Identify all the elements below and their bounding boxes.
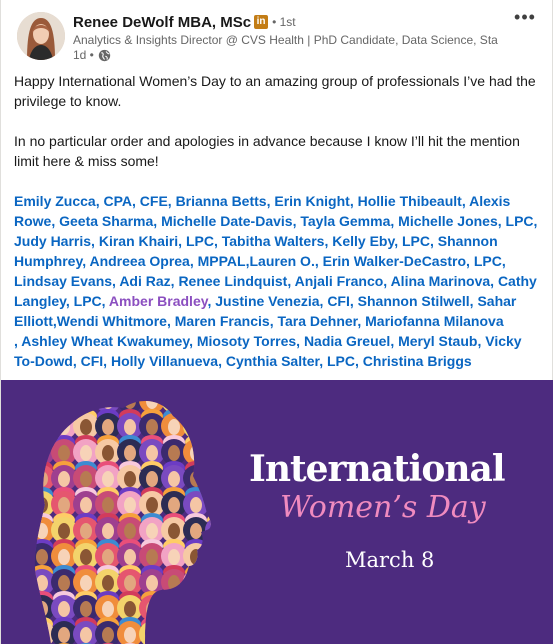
- image-title: International: [249, 448, 506, 490]
- avatar[interactable]: [17, 12, 65, 60]
- mention-link[interactable]: Kelly Eby, LPC: [332, 233, 430, 249]
- post-image[interactable]: International Women’s Day March 8: [1, 380, 553, 644]
- mention-link[interactable]: Erin Walker-DeCastro, LPC: [323, 253, 502, 269]
- linkedin-premium-icon: in: [254, 15, 269, 29]
- connection-degree: • 1st: [272, 15, 296, 29]
- mention-link[interactable]: Holly Villanueva: [111, 353, 218, 369]
- mention-link[interactable]: Lindsay Evans: [14, 273, 112, 289]
- mention-link[interactable]: Michelle Date-Davis: [161, 213, 293, 229]
- post-header: Renee DeWolf MBA, MSc in • 1st Analytics…: [1, 0, 553, 68]
- image-date: March 8: [345, 548, 435, 572]
- mention-link[interactable]: Hollie Thibeault: [358, 193, 462, 209]
- mention-link[interactable]: Renee Lindquist: [178, 273, 287, 289]
- mention-link[interactable]: Kiran Khairi, LPC: [99, 233, 214, 249]
- mention-link[interactable]: Tara Dehner: [277, 313, 357, 329]
- post-paragraph: Happy International Women’s Day to an am…: [14, 73, 536, 109]
- mention-link[interactable]: Wendi Whitmore: [57, 313, 167, 329]
- mention-link[interactable]: Andreea Oprea, MPPAL: [89, 253, 245, 269]
- image-subtitle: Women’s Day: [280, 490, 486, 525]
- post-meta: 1d •: [73, 48, 111, 62]
- mention-link[interactable]: Geeta Sharma: [59, 213, 153, 229]
- mention-link[interactable]: Anjali Franco: [295, 273, 384, 289]
- mention-link[interactable]: Brianna Betts: [176, 193, 267, 209]
- mention-link[interactable]: Erin Knight: [274, 193, 349, 209]
- post-paragraph: In no particular order and apologies in …: [14, 133, 520, 169]
- author-headline: Analytics & Insights Director @ CVS Heal…: [73, 33, 498, 47]
- mention-link[interactable]: Christina Briggs: [363, 353, 472, 369]
- mention-link[interactable]: Emily Zucca, CPA, CFE: [14, 193, 168, 209]
- post-time: 1d •: [73, 48, 94, 62]
- mention-link[interactable]: Tabitha Walters: [222, 233, 325, 249]
- mention-link[interactable]: Justine Venezia, CFI: [215, 293, 350, 309]
- post-text: Happy International Women’s Day to an am…: [14, 71, 539, 371]
- mention-link[interactable]: Amber Bradley: [109, 293, 208, 309]
- mention-link[interactable]: Maren Francis: [175, 313, 270, 329]
- author-name[interactable]: Renee DeWolf MBA, MSc: [73, 14, 251, 31]
- mention-link[interactable]: Nadia Greuel: [304, 333, 390, 349]
- mention-link[interactable]: Michelle Jones, LPC: [398, 213, 533, 229]
- mention-link[interactable]: Tayla Gemma: [300, 213, 390, 229]
- globe-icon: [98, 49, 111, 62]
- mention-link[interactable]: Cynthia Salter, LPC: [226, 353, 355, 369]
- mention-link[interactable]: Alina Marinova: [391, 273, 491, 289]
- author-name-row: Renee DeWolf MBA, MSc in • 1st: [73, 12, 296, 32]
- mention-link[interactable]: Mariofanna Milanova: [365, 313, 503, 329]
- mention-link[interactable]: Ashley Wheat Kwakumey: [21, 333, 189, 349]
- feed-post: Renee DeWolf MBA, MSc in • 1st Analytics…: [0, 0, 553, 644]
- mention-link[interactable]: Adi Raz: [119, 273, 170, 289]
- mention-link[interactable]: Shannon Stilwell: [358, 293, 470, 309]
- mention-link[interactable]: Judy Harris: [14, 233, 91, 249]
- more-options-icon[interactable]: •••: [511, 8, 539, 32]
- mention-link[interactable]: Meryl Staub: [398, 333, 477, 349]
- mention-list: Emily Zucca, CPA, CFE, Brianna Betts, Er…: [14, 193, 538, 369]
- mention-link[interactable]: Lauren O.: [249, 253, 314, 269]
- mention-link[interactable]: Miosoty Torres: [197, 333, 296, 349]
